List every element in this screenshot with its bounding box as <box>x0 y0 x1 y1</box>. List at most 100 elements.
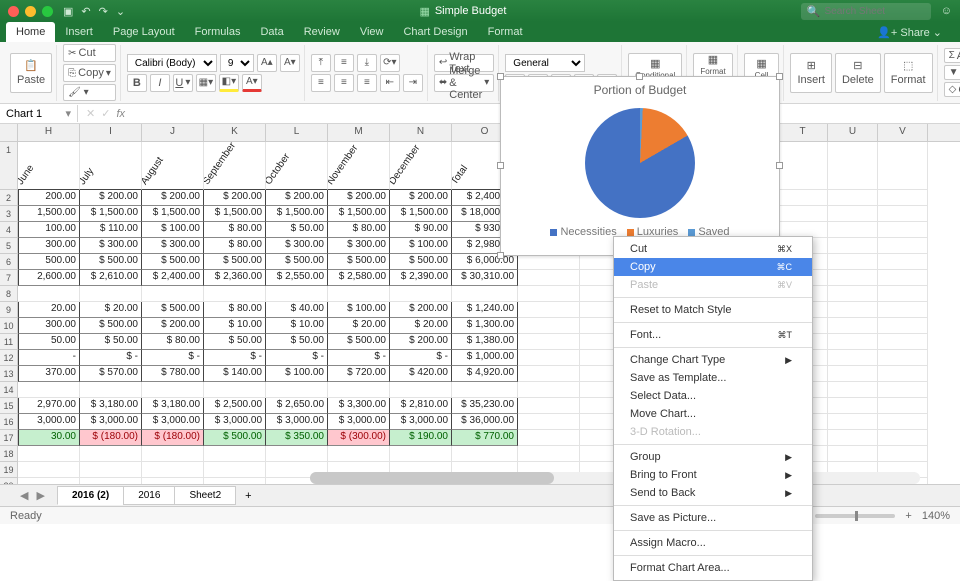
cell[interactable]: $ 6,000.00 <box>452 254 518 270</box>
cell[interactable]: $ 2,390.00 <box>390 270 452 286</box>
redo-icon[interactable]: ↷ <box>99 5 108 18</box>
cell[interactable]: $ 100.00 <box>266 366 328 382</box>
spreadsheet-grid[interactable]: HIJKLMNOPQRSTUV 123456789101112131415161… <box>0 124 960 484</box>
menu-item-copy[interactable]: Copy⌘C <box>614 258 812 276</box>
cell[interactable]: $ 20.00 <box>80 302 142 318</box>
align-center-button[interactable]: ≡ <box>334 74 354 92</box>
cell[interactable]: $ 780.00 <box>142 366 204 382</box>
cell[interactable]: $ 100.00 <box>390 238 452 254</box>
ribbon-tab-view[interactable]: View <box>350 22 394 42</box>
search-input[interactable] <box>824 6 924 17</box>
tab-nav-right[interactable]: ▶ <box>36 489 44 502</box>
cell[interactable] <box>142 446 204 462</box>
cell[interactable] <box>18 382 80 398</box>
delete-cells-button[interactable]: ⊟Delete <box>835 53 881 93</box>
fx-icon[interactable]: fx <box>116 108 125 120</box>
cell[interactable]: $ 50.00 <box>204 334 266 350</box>
clear-button[interactable]: ◇ Clear ▾ <box>944 82 960 97</box>
ribbon-tab-insert[interactable]: Insert <box>55 22 103 42</box>
cell[interactable]: 300.00 <box>18 238 80 254</box>
cell[interactable]: $ 500.00 <box>142 254 204 270</box>
format-cells-button[interactable]: ⬚Format <box>884 53 933 93</box>
cell[interactable]: $ (300.00) <box>328 430 390 446</box>
align-right-button[interactable]: ≡ <box>357 74 377 92</box>
copy-button[interactable]: ⎘ Copy ▾ <box>63 64 116 82</box>
cell[interactable]: $ 3,300.00 <box>328 398 390 414</box>
align-left-button[interactable]: ≡ <box>311 74 331 92</box>
cell[interactable]: $ 140.00 <box>204 366 266 382</box>
cell[interactable]: 500.00 <box>18 254 80 270</box>
cell[interactable] <box>266 382 328 398</box>
cell[interactable] <box>518 254 580 270</box>
cell[interactable] <box>878 430 928 446</box>
orientation-button[interactable]: ⟳▾ <box>380 54 400 72</box>
search-box[interactable]: 🔍 <box>801 3 931 20</box>
cell[interactable]: $ 10.00 <box>204 318 266 334</box>
cell[interactable] <box>204 286 266 302</box>
cell[interactable]: $ 300.00 <box>328 238 390 254</box>
cell[interactable]: 3,000.00 <box>18 414 80 430</box>
cell[interactable]: $ 300.00 <box>80 238 142 254</box>
menu-item-save-as-picture-[interactable]: Save as Picture... <box>614 509 812 527</box>
autosum-button[interactable]: Σ AutoSum ▾ <box>944 48 960 63</box>
cell[interactable]: $ 770.00 <box>452 430 518 446</box>
cell[interactable]: 30.00 <box>18 430 80 446</box>
month-header[interactable]: July <box>80 142 142 190</box>
cell[interactable]: $ 350.00 <box>266 430 328 446</box>
min-dot[interactable] <box>25 6 36 17</box>
cell[interactable]: $ 1,500.00 <box>80 206 142 222</box>
cell[interactable]: $ 80.00 <box>204 238 266 254</box>
dec-font-button[interactable]: A▾ <box>280 54 300 72</box>
cell[interactable] <box>142 286 204 302</box>
cell[interactable]: $ 500.00 <box>204 430 266 446</box>
sheet-tab[interactable]: 2016 (2) <box>57 486 124 505</box>
cell[interactable]: - <box>18 350 80 366</box>
cell[interactable]: 200.00 <box>18 190 80 206</box>
font-color-button[interactable]: A▾ <box>242 74 262 92</box>
col-header[interactable]: H <box>18 124 80 141</box>
align-bot-button[interactable]: ⤓ <box>357 54 377 72</box>
cell[interactable]: $ 2,650.00 <box>266 398 328 414</box>
cell[interactable] <box>518 414 580 430</box>
cell[interactable]: $ 300.00 <box>142 238 204 254</box>
fill-color-button[interactable]: ◧▾ <box>219 74 239 92</box>
legend-item[interactable]: Necessities <box>550 226 616 238</box>
cell[interactable]: $ 2,550.00 <box>266 270 328 286</box>
sheet-tab[interactable]: Sheet2 <box>174 486 236 505</box>
cell[interactable] <box>778 190 828 206</box>
cell[interactable]: $ 3,000.00 <box>80 414 142 430</box>
cell[interactable]: $ 50.00 <box>266 334 328 350</box>
col-header[interactable]: J <box>142 124 204 141</box>
cell[interactable]: $ 30,310.00 <box>452 270 518 286</box>
month-header[interactable]: August <box>142 142 204 190</box>
cell[interactable]: $ 420.00 <box>390 366 452 382</box>
cell[interactable]: $ - <box>266 350 328 366</box>
cell[interactable]: $ 80.00 <box>204 302 266 318</box>
zoom-slider[interactable] <box>815 514 895 518</box>
cell[interactable]: $ 50.00 <box>266 222 328 238</box>
ribbon-tab-data[interactable]: Data <box>250 22 293 42</box>
cell[interactable]: $ 1,380.00 <box>452 334 518 350</box>
cell[interactable] <box>18 286 80 302</box>
cell[interactable]: $ 200.00 <box>390 302 452 318</box>
col-header[interactable]: M <box>328 124 390 141</box>
cell[interactable]: $ 3,000.00 <box>328 414 390 430</box>
cell[interactable]: 370.00 <box>18 366 80 382</box>
cell[interactable] <box>518 286 580 302</box>
cell[interactable] <box>828 254 878 270</box>
cell[interactable] <box>390 382 452 398</box>
cell[interactable] <box>878 446 928 462</box>
cell[interactable] <box>878 254 928 270</box>
cell[interactable] <box>878 382 928 398</box>
font-name-select[interactable]: Calibri (Body) <box>127 54 217 72</box>
cell[interactable] <box>204 446 266 462</box>
menu-item-move-chart-[interactable]: Move Chart... <box>614 405 812 423</box>
cell[interactable] <box>518 334 580 350</box>
tab-nav-left[interactable]: ◀ <box>20 489 28 502</box>
cell[interactable]: $ 570.00 <box>80 366 142 382</box>
cell[interactable] <box>878 206 928 222</box>
chart-title[interactable]: Portion of Budget <box>501 77 779 103</box>
cell[interactable]: 300.00 <box>18 318 80 334</box>
cell[interactable] <box>390 446 452 462</box>
col-header[interactable]: I <box>80 124 142 141</box>
